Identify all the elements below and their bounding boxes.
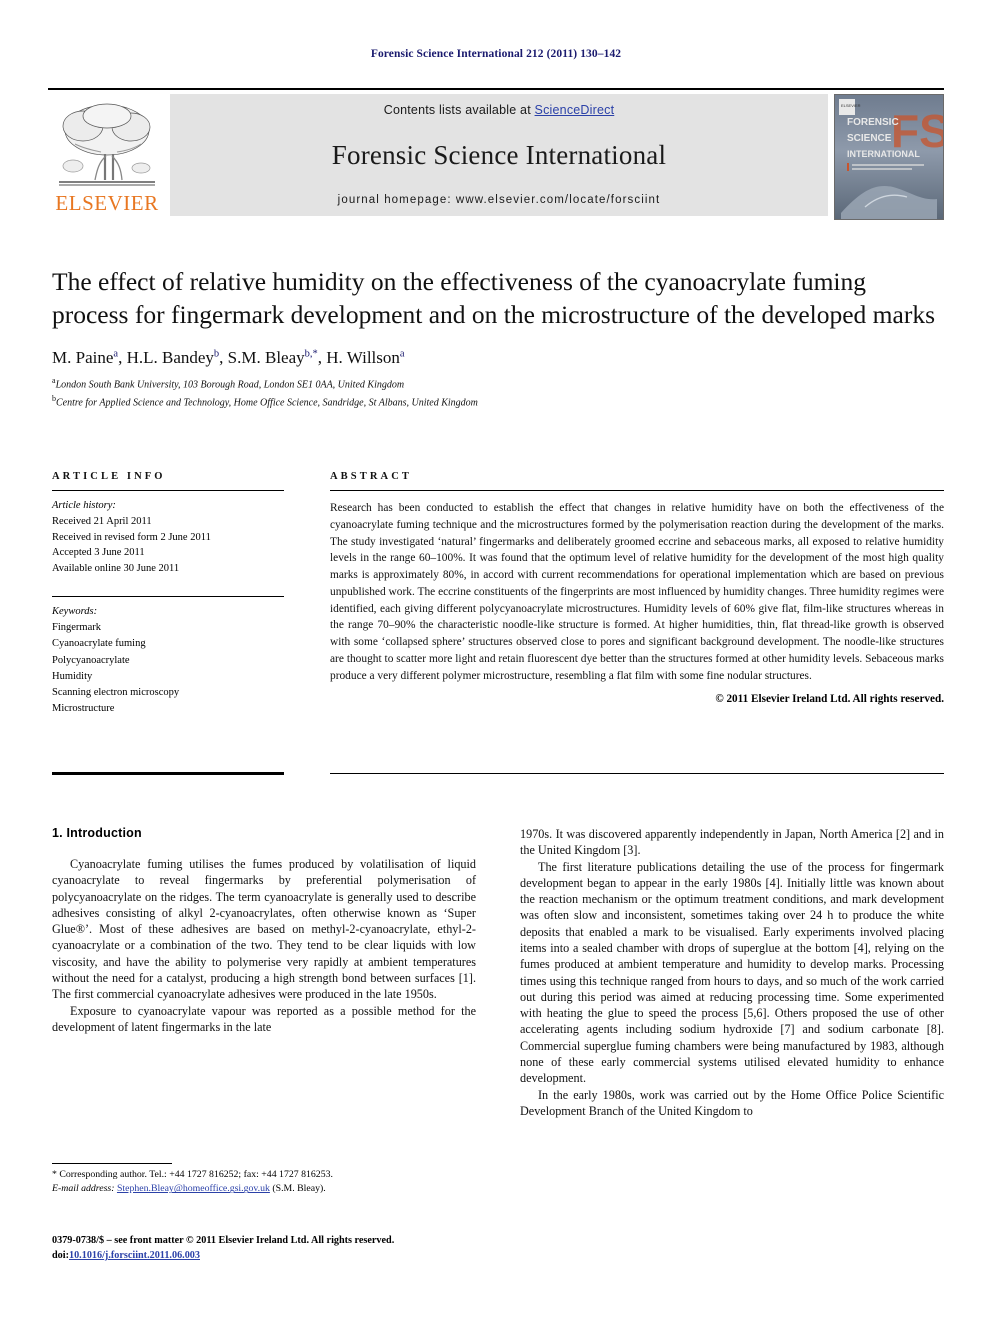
abstract-column: ABSTRACT Research has been conducted to … <box>330 471 944 718</box>
svg-text:INTERNATIONAL: INTERNATIONAL <box>847 149 920 159</box>
history-received: Received 21 April 2011 <box>52 515 152 527</box>
footnote-rule <box>52 1163 172 1164</box>
author-list: M. Painea, H.L. Bandeyb, S.M. Bleayb,*, … <box>52 348 405 368</box>
paragraph: Cyanoacrylate fuming utilises the fumes … <box>52 856 476 1003</box>
affiliation-text: London South Bank University, 103 Boroug… <box>55 379 405 391</box>
corresponding-author-note: * Corresponding author. Tel.: +44 1727 8… <box>52 1169 333 1180</box>
page-title: The effect of relative humidity on the e… <box>52 267 935 329</box>
footnote-block: * Corresponding author. Tel.: +44 1727 8… <box>52 1168 476 1197</box>
author-2: H.L. Bandeyb <box>126 348 220 368</box>
elsevier-wordmark: ELSEVIER <box>55 191 159 215</box>
journal-band: Contents lists available at ScienceDirec… <box>170 94 828 216</box>
article-history-block: Article history: Received 21 April 2011 … <box>52 491 284 577</box>
info-abstract-region: ARTICLE INFO Article history: Received 2… <box>52 471 944 718</box>
author-affil-marker: a <box>399 348 405 360</box>
svg-text:FORENSIC: FORENSIC <box>847 117 899 128</box>
affiliation-a: aLondon South Bank University, 103 Borou… <box>52 375 942 393</box>
affiliation-list: aLondon South Bank University, 103 Borou… <box>52 375 942 411</box>
abstract-text: Research has been conducted to establish… <box>330 502 944 682</box>
doi-link[interactable]: 10.1016/j.forsciint.2011.06.003 <box>69 1250 200 1261</box>
affiliation-text: Centre for Applied Science and Technolog… <box>56 397 478 409</box>
cover-artwork: ELSEVIER FSI FORENSIC SCIENCE INTERNATIO… <box>835 95 943 219</box>
contents-available-line: Contents lists available at ScienceDirec… <box>384 103 615 117</box>
body-left-column: 1. Introduction Cyanoacrylate fuming uti… <box>52 826 476 1119</box>
journal-masthead: ELSEVIER Contents lists available at Sci… <box>48 88 944 220</box>
author-affil-marker: b,* <box>304 348 318 360</box>
body-right-column: 1970s. It was discovered apparently inde… <box>520 826 944 1119</box>
journal-homepage[interactable]: journal homepage: www.elsevier.com/locat… <box>338 194 661 206</box>
column-gap <box>284 471 330 718</box>
body-column-gap <box>476 826 520 1119</box>
section-heading-introduction: 1. Introduction <box>52 826 142 840</box>
contents-prefix: Contents lists available at <box>383 103 535 117</box>
running-head: Forensic Science International 212 (2011… <box>370 48 622 60</box>
keyword-item: Polycyanoacrylate <box>52 654 130 666</box>
affiliation-b: bCentre for Applied Science and Technolo… <box>52 393 942 411</box>
issn-copyright-line: 0379-0738/$ – see front matter © 2011 El… <box>52 1235 395 1246</box>
paragraph: In the early 1980s, work was carried out… <box>520 1087 944 1120</box>
sciencedirect-link[interactable]: ScienceDirect <box>535 103 615 117</box>
elsevier-tree-icon <box>59 103 155 186</box>
doi-line: doi:10.1016/j.forsciint.2011.06.003 <box>52 1248 522 1263</box>
journal-title: Forensic Science International <box>331 140 667 170</box>
author-4: H. Willsona <box>326 348 405 368</box>
keyword-item: Microstructure <box>52 703 115 715</box>
email-label: E-mail address: <box>52 1183 115 1195</box>
paragraph-text: Cyanoacrylate fuming utilises the fumes … <box>52 857 476 1002</box>
paragraph-text: Exposure to cyanoacrylate vapour was rep… <box>52 1003 476 1034</box>
keyword-item: Cyanoacrylate fuming <box>52 638 146 650</box>
doi-label: doi: <box>52 1250 69 1262</box>
keywords-label: Keywords: <box>52 605 98 617</box>
paragraph: The first literature publications detail… <box>520 859 944 1087</box>
abstract-bottom-rule <box>330 773 944 774</box>
body-columns: 1. Introduction Cyanoacrylate fuming uti… <box>52 826 944 1119</box>
history-online: Available online 30 June 2011 <box>52 563 180 574</box>
email-suffix: (S.M. Bleay). <box>272 1183 326 1195</box>
keyword-item: Fingermark <box>52 622 101 634</box>
paragraph: 1970s. It was discovered apparently inde… <box>520 826 944 859</box>
paper-page: Forensic Science International 212 (2011… <box>0 0 992 1323</box>
keyword-item: Humidity <box>52 670 93 682</box>
paragraph-text: 1970s. It was discovered apparently inde… <box>520 827 944 858</box>
article-info-heading: ARTICLE INFO <box>52 471 166 482</box>
paragraph-text: The first literature publications detail… <box>520 859 944 1086</box>
journal-cover-thumbnail: ELSEVIER FSI FORENSIC SCIENCE INTERNATIO… <box>834 94 944 220</box>
info-bottom-rule <box>52 772 284 775</box>
article-info-column: ARTICLE INFO Article history: Received 2… <box>52 471 284 718</box>
author-3: S.M. Bleayb,* <box>227 348 318 368</box>
copyright-line: © 2011 Elsevier Ireland Ltd. All rights … <box>715 693 944 706</box>
paragraph-text: In the early 1980s, work was carried out… <box>520 1087 944 1118</box>
history-accepted: Accepted 3 June 2011 <box>52 547 145 559</box>
imprint-block: 0379-0738/$ – see front matter © 2011 El… <box>52 1233 522 1264</box>
keywords-block: Keywords: Fingermark Cyanoacrylate fumin… <box>52 597 284 718</box>
svg-text:SCIENCE: SCIENCE <box>847 133 892 144</box>
email-note: E-mail address: Stephen.Bleay@homeoffice… <box>52 1182 476 1196</box>
title-block: The effect of relative humidity on the e… <box>52 266 942 411</box>
abstract-heading: ABSTRACT <box>330 471 412 482</box>
history-revised: Received in revised form 2 June 2011 <box>52 531 211 543</box>
paragraph: Exposure to cyanoacrylate vapour was rep… <box>52 1003 476 1036</box>
author-1: M. Painea <box>52 348 119 368</box>
svg-text:ELSEVIER: ELSEVIER <box>841 103 861 108</box>
keyword-item: Scanning electron microscopy <box>52 687 180 699</box>
elsevier-logo: ELSEVIER <box>48 94 166 216</box>
article-history-label: Article history: <box>52 500 116 511</box>
email-link[interactable]: Stephen.Bleay@homeoffice.gsi.gov.uk <box>117 1183 270 1194</box>
